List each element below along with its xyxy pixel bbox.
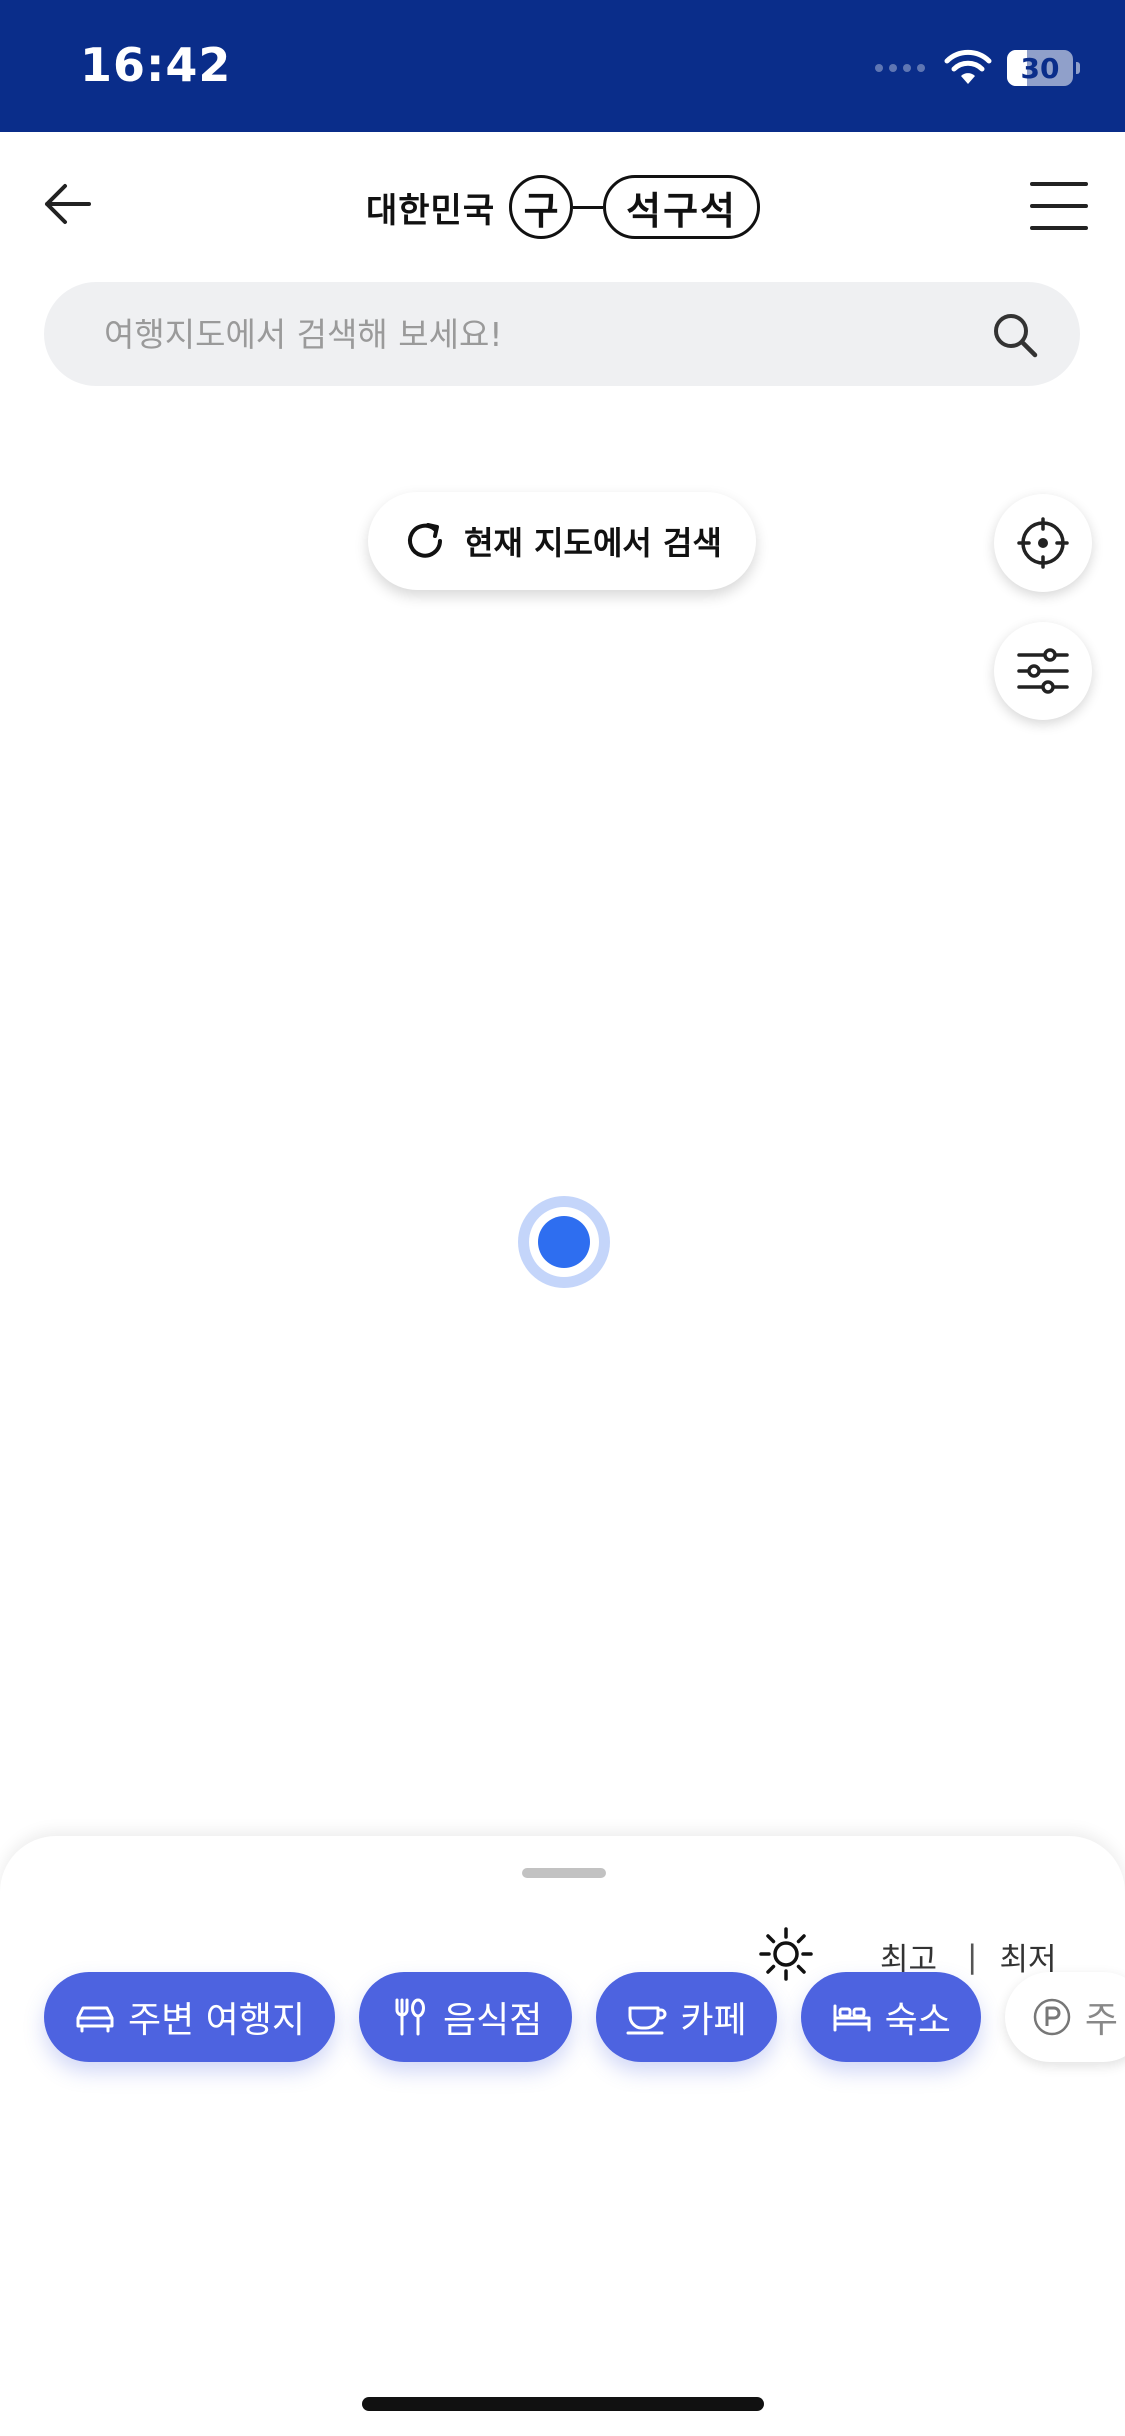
chip-label: 음식점 bbox=[443, 2000, 543, 2041]
refresh-icon bbox=[408, 523, 443, 558]
chip-restaurants[interactable]: 음식점 bbox=[359, 1972, 573, 2062]
chip-parking[interactable]: 주 bbox=[1004, 1972, 1125, 2062]
wifi-icon bbox=[944, 49, 992, 84]
signal-icon bbox=[875, 64, 925, 72]
logo-circle: 구 bbox=[509, 175, 574, 239]
category-chips: 주변 여행지 음식점 카페 숙소 주 bbox=[44, 1972, 1125, 2064]
logo-country: 대한민국 bbox=[366, 190, 496, 231]
chip-accommodations[interactable]: 숙소 bbox=[800, 1972, 981, 2062]
current-location-marker bbox=[518, 1196, 610, 1288]
brand-logo[interactable]: 대한민국 구 석구석 bbox=[366, 172, 761, 242]
temp-separator: | bbox=[967, 1938, 978, 1975]
app-header: 대한민국 구 석구석 bbox=[0, 132, 1125, 432]
locate-me-button[interactable] bbox=[994, 494, 1092, 592]
chip-label: 주변 여행지 bbox=[128, 2000, 306, 2041]
back-button[interactable] bbox=[36, 172, 100, 236]
battery-level: 30 bbox=[1020, 51, 1060, 85]
parking-icon bbox=[1033, 1998, 1071, 2036]
chip-nearby-attractions[interactable]: 주변 여행지 bbox=[44, 1972, 336, 2062]
home-indicator[interactable] bbox=[362, 2397, 764, 2411]
crosshair-icon bbox=[1017, 517, 1069, 569]
search-icon[interactable] bbox=[990, 310, 1040, 360]
logo-connector bbox=[573, 205, 604, 209]
arrow-left-icon bbox=[45, 184, 91, 224]
logo-pill: 석구석 bbox=[603, 175, 761, 239]
status-bar: 16:42 30 bbox=[0, 0, 1125, 132]
status-icons: 30 bbox=[875, 46, 1080, 90]
coffee-cup-icon bbox=[626, 2006, 667, 2035]
map-filter-button[interactable] bbox=[994, 622, 1092, 720]
battery-icon: 30 bbox=[1007, 50, 1080, 86]
bottom-sheet[interactable]: 최고 | 최저 주변 여행지 음식점 카페 숙소 주 bbox=[0, 1836, 1125, 2436]
chip-label: 카페 bbox=[680, 2000, 747, 2041]
hamburger-menu-icon bbox=[1030, 182, 1088, 230]
chip-label: 숙소 bbox=[884, 2000, 951, 2041]
menu-button[interactable] bbox=[1027, 174, 1091, 238]
status-time: 16:42 bbox=[80, 38, 232, 92]
chip-label: 주 bbox=[1084, 2000, 1119, 2041]
map-canvas[interactable] bbox=[0, 432, 1125, 1832]
search-this-area-button[interactable]: 현재 지도에서 검색 bbox=[368, 492, 756, 590]
sliders-icon bbox=[1017, 648, 1069, 694]
search-input[interactable] bbox=[104, 282, 984, 386]
app-screen: 16:42 30 대한민국 구 석구석 여행지도에서 검색해 보세요! 현재 지… bbox=[0, 0, 1125, 2436]
search-this-area-label: 현재 지도에서 검색 bbox=[464, 524, 722, 562]
fork-spoon-icon bbox=[395, 1998, 426, 2036]
search-bar[interactable] bbox=[44, 282, 1080, 386]
car-icon bbox=[76, 2006, 114, 2033]
bed-icon bbox=[833, 2004, 871, 2032]
chip-cafes[interactable]: 카페 bbox=[596, 1972, 777, 2062]
sheet-drag-handle[interactable] bbox=[522, 1868, 606, 1878]
